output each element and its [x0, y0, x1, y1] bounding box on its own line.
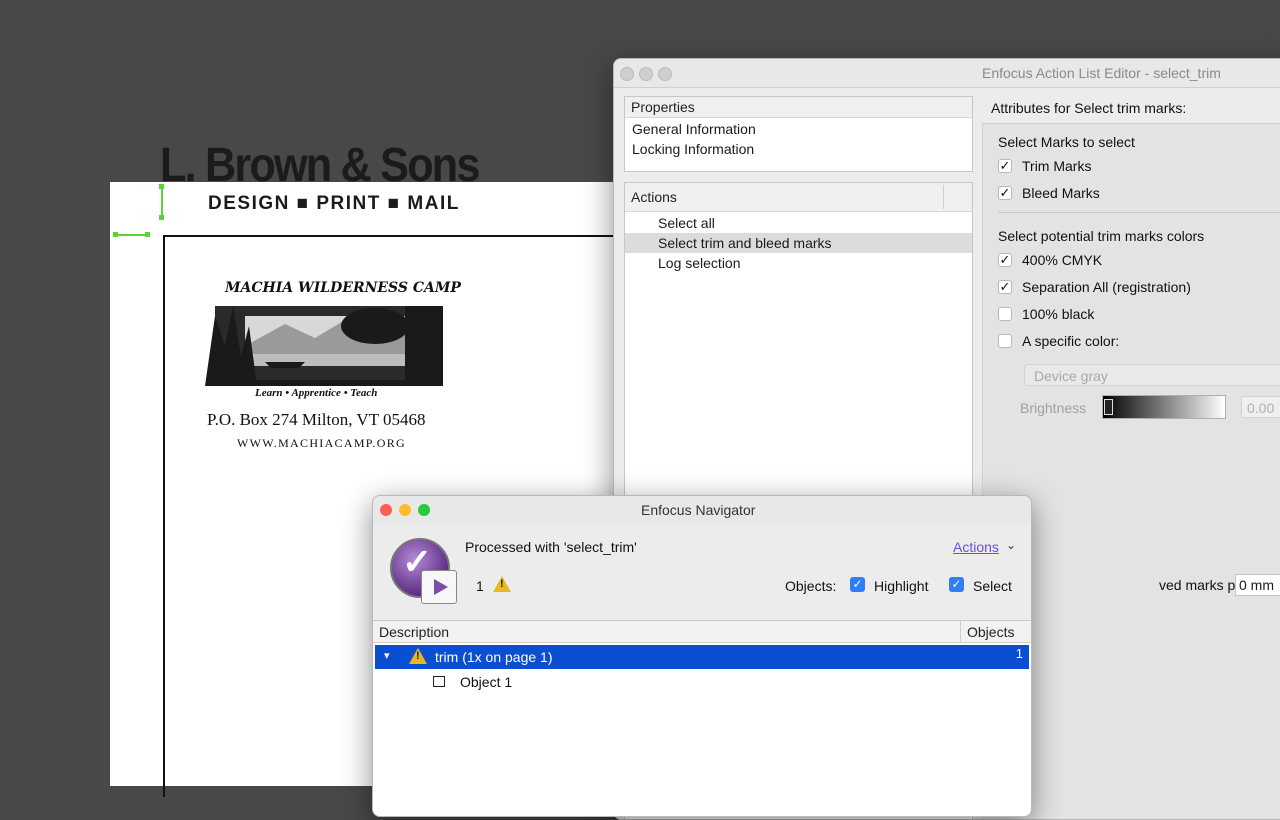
- window-title: Enfocus Navigator: [641, 502, 756, 518]
- close-button[interactable]: [620, 67, 634, 81]
- cmyk-checkbox[interactable]: ✓: [998, 253, 1012, 267]
- black-checkbox[interactable]: [998, 307, 1012, 321]
- close-button[interactable]: [380, 504, 392, 516]
- camp-address: P.O. Box 274 Milton, VT 05468: [207, 410, 426, 429]
- navigator-summary: ✓ Processed with 'select_trim' 1 Actions…: [373, 524, 1031, 620]
- divider: [998, 212, 1280, 213]
- color-space-dropdown[interactable]: Device gray: [1024, 364, 1280, 386]
- bleed-marks-label: Bleed Marks: [1022, 185, 1100, 201]
- column-divider: [943, 185, 944, 209]
- cmyk-label: 400% CMYK: [1022, 252, 1103, 268]
- window-title: Enfocus Action List Editor - select_trim: [982, 65, 1221, 81]
- action-item-log-selection[interactable]: Log selection: [625, 253, 972, 273]
- selection-handle[interactable]: [113, 232, 118, 237]
- bleed-marks-checkbox-row[interactable]: ✓ Bleed Marks: [998, 183, 1100, 203]
- camp-title: MACHIA WILDERNESS CAMP: [225, 280, 461, 296]
- black-checkbox-row[interactable]: 100% black: [998, 304, 1094, 324]
- camp-tagline: Learn • Apprentice • Teach: [255, 387, 378, 399]
- cmyk-checkbox-row[interactable]: ✓ 400% CMYK: [998, 250, 1102, 270]
- actions-header-label: Actions: [631, 189, 677, 205]
- highlight-checkbox[interactable]: ✓: [850, 577, 865, 592]
- results-table: Description Objects ▾ trim (1x on page 1…: [373, 620, 1031, 816]
- table-row[interactable]: ▾ trim (1x on page 1) 1: [375, 645, 1029, 669]
- select-checkbox[interactable]: ✓: [949, 577, 964, 592]
- camp-logo: MACHIA WILDERNESS CAMP Learn • Apprentic…: [205, 278, 461, 402]
- row-object-count: 1: [1015, 646, 1023, 661]
- column-header-description[interactable]: Description: [373, 621, 961, 643]
- action-item-select-trim-bleed[interactable]: Select trim and bleed marks: [625, 233, 972, 253]
- minimize-button[interactable]: [639, 67, 653, 81]
- highlight-label: Highlight: [874, 578, 929, 594]
- specific-color-label: A specific color:: [1022, 333, 1120, 349]
- trim-marks-label: Trim Marks: [1022, 158, 1092, 174]
- black-label: 100% black: [1022, 306, 1095, 322]
- selection-handle[interactable]: [159, 184, 164, 189]
- brand-name: L. Brown & Sons: [160, 139, 480, 192]
- brightness-slider[interactable]: [1102, 395, 1226, 419]
- window-titlebar[interactable]: Enfocus Navigator: [373, 496, 1031, 525]
- zoom-button[interactable]: [418, 504, 430, 516]
- property-locking-information[interactable]: Locking Information: [632, 139, 972, 159]
- properties-panel: Properties General Information Locking I…: [624, 96, 973, 172]
- warning-icon: [409, 648, 427, 664]
- registration-checkbox-row[interactable]: ✓ Separation All (registration): [998, 277, 1191, 297]
- selection-handle[interactable]: [145, 232, 150, 237]
- selection-handle[interactable]: [159, 215, 164, 220]
- colors-group-label: Select potential trim marks colors: [998, 228, 1205, 244]
- play-icon: [421, 570, 457, 604]
- trim-mark-horizontal[interactable]: [115, 234, 147, 236]
- deviation-input[interactable]: 0 mm: [1235, 574, 1280, 596]
- brightness-label: Brightness: [1020, 400, 1087, 416]
- zoom-button[interactable]: [658, 67, 672, 81]
- bleed-marks-checkbox[interactable]: ✓: [998, 186, 1012, 200]
- child-label: Object 1: [460, 674, 513, 690]
- warning-icon: [493, 576, 511, 592]
- attributes-title: Attributes for Select trim marks:: [991, 100, 1187, 116]
- brand-logo: L. Brown & Sons DESIGN ■ PRINT ■ MAIL: [160, 138, 520, 218]
- registration-label: Separation All (registration): [1022, 279, 1191, 295]
- properties-header: Properties: [625, 97, 972, 118]
- camp-url: WWW.MACHIACAMP.ORG: [237, 436, 406, 450]
- trim-marks-checkbox-row[interactable]: ✓ Trim Marks: [998, 156, 1091, 176]
- actions-header: Actions: [625, 183, 972, 212]
- object-frame-icon: [433, 676, 445, 687]
- trim-marks-checkbox[interactable]: ✓: [998, 159, 1012, 173]
- objects-label: Objects:: [785, 578, 837, 594]
- property-general-information[interactable]: General Information: [632, 119, 972, 139]
- brand-tagline: DESIGN ■ PRINT ■ MAIL: [208, 193, 460, 214]
- minimize-button[interactable]: [399, 504, 411, 516]
- select-label: Select: [973, 578, 1012, 594]
- registration-checkbox[interactable]: ✓: [998, 280, 1012, 294]
- row-label: trim (1x on page 1): [435, 649, 553, 665]
- window-titlebar[interactable]: Enfocus Action List Editor - select_trim: [614, 59, 1280, 88]
- brightness-value-field[interactable]: 0.00: [1241, 396, 1280, 418]
- marks-group-label: Select Marks to select: [998, 134, 1135, 150]
- chevron-down-icon[interactable]: ⌄: [1006, 538, 1016, 552]
- action-item-select-all[interactable]: Select all: [625, 213, 972, 233]
- specific-color-checkbox-row[interactable]: A specific color:: [998, 331, 1119, 351]
- navigator-window: Enfocus Navigator ✓ Processed with 'sele…: [372, 495, 1032, 817]
- disclosure-chevron-icon[interactable]: ▾: [384, 649, 390, 662]
- column-header-objects[interactable]: Objects: [961, 621, 1031, 643]
- brightness-slider-handle[interactable]: [1104, 399, 1113, 415]
- actions-menu-link[interactable]: Actions: [953, 539, 999, 555]
- warning-count: 1: [476, 578, 484, 594]
- trim-mark-vertical[interactable]: [161, 186, 163, 218]
- specific-color-checkbox[interactable]: [998, 334, 1012, 348]
- processed-status: Processed with 'select_trim': [465, 539, 637, 555]
